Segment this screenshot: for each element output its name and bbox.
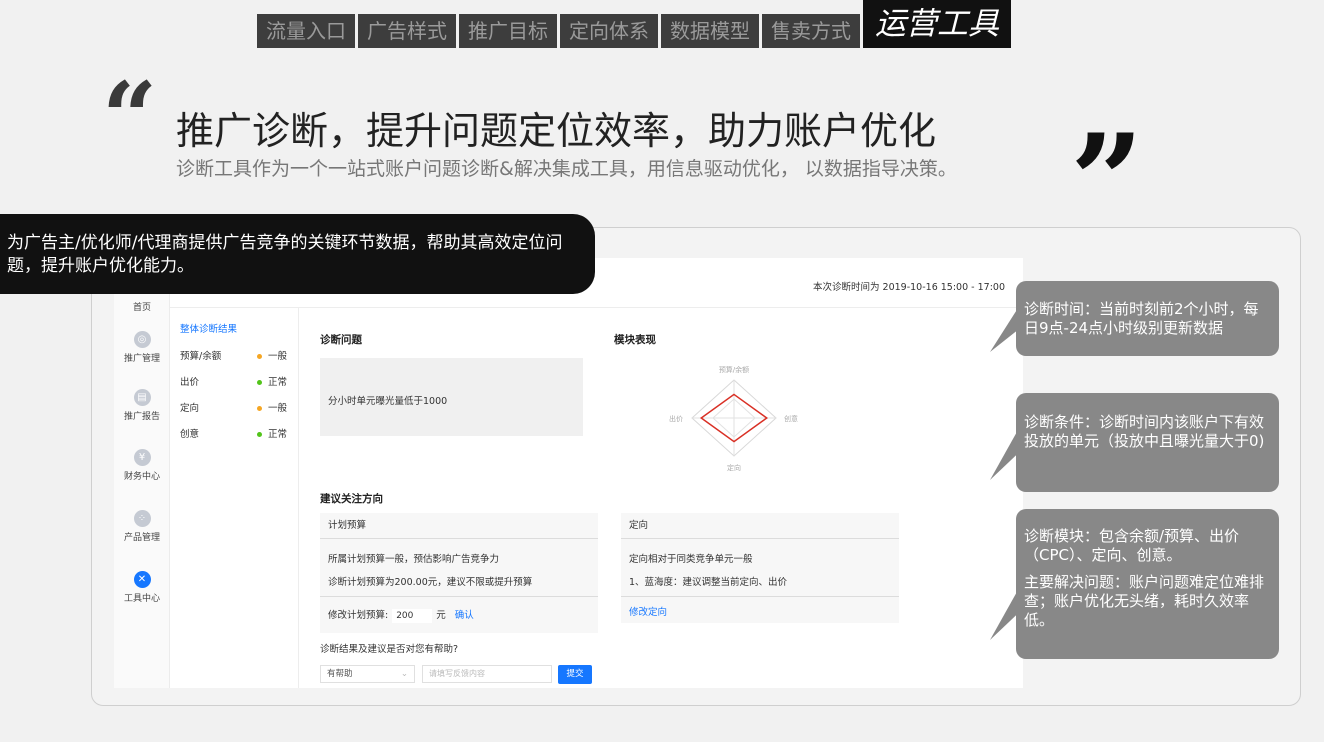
- description-callout: 为广告主/优化师/代理商提供广告竞争的关键环节数据，帮助其高效定位问题，提升账户…: [0, 214, 595, 294]
- status-dot-icon: [257, 380, 262, 385]
- overall-result-title[interactable]: 整体诊断结果: [180, 321, 237, 335]
- problem-box: 分小时单元曝光量低于1000: [320, 358, 583, 436]
- tab-traffic-entry[interactable]: 流量入口: [257, 14, 355, 48]
- result-label: 创意: [180, 429, 200, 440]
- problem-text: 分小时单元曝光量低于1000: [328, 396, 448, 407]
- sidebar-item-promotion[interactable]: ◎ 推广管理: [114, 331, 170, 364]
- sidebar-item-finance[interactable]: ¥ 财务中心: [114, 449, 170, 482]
- sidebar-item-report[interactable]: ▤ 推广报告: [114, 389, 170, 422]
- feedback-question: 诊断结果及建议是否对您有帮助?: [320, 644, 459, 655]
- sidebar-item-label: 财务中心: [123, 472, 160, 482]
- budget-unit: 元: [436, 610, 446, 621]
- sidebar-item-label: 产品管理: [123, 533, 160, 543]
- yen-icon: ¥: [133, 449, 151, 466]
- targeting-line-1: 定向相对于同类竞争单元一般: [629, 554, 753, 565]
- budget-line-1: 所属计划预算一般，预估影响广告竞争力: [328, 554, 500, 565]
- result-row-creative[interactable]: 创意 正常: [180, 426, 292, 440]
- targeting-card-header: 定向: [621, 513, 899, 539]
- submit-button[interactable]: 提交: [558, 665, 592, 684]
- radar-label-budget: 预算/余额: [719, 365, 749, 374]
- sidebar-item-label: 推广报告: [123, 412, 160, 422]
- budget-line-2: 诊断计划预算为200.00元，建议不限或提升预算: [328, 577, 533, 588]
- radar-label-bid: 出价: [669, 414, 683, 423]
- result-status: 一般: [257, 400, 287, 414]
- feedback-select[interactable]: 有帮助 ⌄: [320, 665, 415, 683]
- diagnosis-time: 本次诊断时间为 2019-10-16 15:00 - 17:00: [813, 282, 1005, 293]
- tab-data-model[interactable]: 数据模型: [661, 14, 759, 48]
- budget-card-header: 计划预算: [320, 513, 598, 539]
- tool-icon: ✕: [133, 571, 151, 588]
- sidebar-item-home[interactable]: 首页: [114, 300, 170, 313]
- grid-icon: ⁘: [133, 510, 151, 527]
- top-nav: 流量入口 广告样式 推广目标 定向体系 数据模型 售卖方式 运营工具: [257, 0, 1014, 48]
- module-title: 模块表现: [614, 334, 656, 346]
- budget-card: 计划预算 所属计划预算一般，预估影响广告竞争力 诊断计划预算为200.00元，建…: [320, 513, 598, 633]
- slide: 流量入口 广告样式 推广目标 定向体系 数据模型 售卖方式 运营工具 “ 推广诊…: [0, 0, 1324, 742]
- result-row-budget[interactable]: 预算/余额 一般: [180, 348, 292, 362]
- tab-sales-method[interactable]: 售卖方式: [762, 14, 860, 48]
- tab-promotion-goal[interactable]: 推广目标: [459, 14, 557, 48]
- tab-targeting-system[interactable]: 定向体系: [560, 14, 658, 48]
- result-row-bid[interactable]: 出价 正常: [180, 374, 292, 388]
- radar-label-creative: 创意: [784, 414, 798, 423]
- problem-title: 诊断问题: [320, 334, 362, 346]
- status-dot-icon: [257, 406, 262, 411]
- sidebar-item-label: 推广管理: [123, 354, 160, 364]
- targeting-line-2: 1、蓝海度：建议调整当前定向、出价: [629, 577, 788, 588]
- status-dot-icon: [257, 432, 262, 437]
- callout-diagnosis-modules: 诊断模块：包含余额/预算、出价（CPC）、定向、创意。 主要解决问题：账户问题难…: [1016, 509, 1279, 659]
- targeting-card: 定向 定向相对于同类竞争单元一般 1、蓝海度：建议调整当前定向、出价 修改定向: [621, 513, 899, 623]
- open-quote-icon: “: [102, 61, 158, 174]
- tab-ad-style[interactable]: 广告样式: [358, 14, 456, 48]
- sidebar-item-tools[interactable]: ✕ 工具中心: [114, 571, 170, 604]
- promotion-icon: ◎: [133, 331, 151, 348]
- result-label: 预算/余额: [180, 351, 222, 362]
- page-title: 推广诊断，提升问题定位效率，助力账户优化: [176, 109, 937, 153]
- modify-targeting-link[interactable]: 修改定向: [629, 604, 667, 618]
- result-status: 一般: [257, 348, 287, 362]
- confirm-button[interactable]: 确认: [455, 610, 474, 621]
- radar-label-targeting: 定向: [727, 463, 741, 472]
- result-status: 正常: [257, 426, 287, 440]
- result-label: 定向: [180, 403, 200, 414]
- result-status: 正常: [257, 374, 287, 388]
- sidebar-item-product[interactable]: ⁘ 产品管理: [114, 510, 170, 543]
- page-subtitle: 诊断工具作为一个一站式账户问题诊断&解决集成工具，用信息驱动优化， 以数据指导决…: [176, 158, 957, 180]
- sidebar-item-label: 首页: [132, 303, 151, 313]
- app-window: 首页 ◎ 推广管理 ▤ 推广报告 ¥ 财务中心 ⁘ 产品管理 ✕ 工具中心 本次…: [114, 258, 1023, 688]
- status-dot-icon: [257, 354, 262, 359]
- budget-modify-label: 修改计划预算:: [328, 610, 389, 621]
- chevron-down-icon: ⌄: [400, 669, 408, 679]
- callout-solves-text: 主要解决问题：账户问题难定位难排查；账户优化无头绪，耗时久效率低。: [1024, 573, 1265, 629]
- callout-modules-text: 诊断模块：包含余额/预算、出价（CPC）、定向、创意。: [1024, 527, 1240, 564]
- tab-operation-tools[interactable]: 运营工具: [863, 0, 1011, 48]
- module-radar-chart: 预算/余额 创意 定向 出价: [669, 365, 798, 472]
- result-row-targeting[interactable]: 定向 一般: [180, 400, 292, 414]
- feedback-input[interactable]: 请填写反馈内容: [422, 665, 552, 683]
- sidebar: 首页 ◎ 推广管理 ▤ 推广报告 ¥ 财务中心 ⁘ 产品管理 ✕ 工具中心: [114, 258, 170, 688]
- diagnosis-main: 诊断问题 分小时单元曝光量低于1000 模块表现 预算/余额 创意 定向 出价 …: [299, 308, 1023, 688]
- result-label: 出价: [180, 377, 200, 388]
- callout-diagnosis-condition: 诊断条件：诊断时间内该账户下有效投放的单元（投放中且曝光量大于0): [1016, 393, 1279, 492]
- sidebar-item-label: 工具中心: [123, 594, 160, 604]
- callout-diagnosis-time: 诊断时间：当前时刻前2个小时，每日9点-24点小时级别更新数据: [1016, 281, 1279, 356]
- overall-result: 整体诊断结果 预算/余额 一般 出价 正常 定向 一般 创意 正常: [170, 308, 299, 688]
- budget-modify-row: 修改计划预算: 200 元 确认: [328, 607, 474, 623]
- report-icon: ▤: [133, 389, 151, 406]
- budget-input[interactable]: 200: [392, 608, 433, 623]
- suggest-title: 建议关注方向: [320, 493, 383, 505]
